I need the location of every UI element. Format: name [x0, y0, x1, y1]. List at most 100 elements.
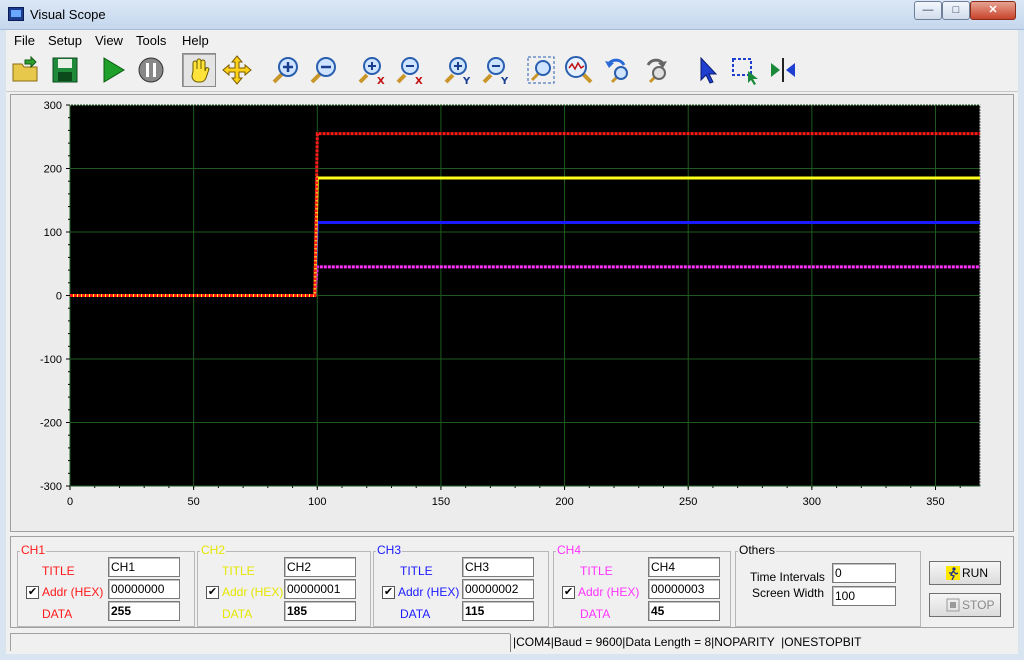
svg-text:X: X	[415, 76, 423, 85]
ch4-group: CH4 TITLE CH4 ✔ Addr (HEX) 00000003 DATA…	[553, 543, 731, 627]
menu-file[interactable]: File	[14, 33, 35, 48]
ch4-data-field: 45	[648, 601, 720, 621]
ch2-checkbox[interactable]: ✔	[206, 586, 219, 599]
ch4-addr-label: Addr (HEX)	[578, 585, 640, 599]
menu-tools[interactable]: Tools	[136, 33, 166, 48]
y-tick-label: -300	[40, 481, 62, 493]
save-icon[interactable]	[48, 53, 82, 87]
ch1-data-label: DATA	[42, 607, 73, 621]
ch3-title-label: TITLE	[400, 564, 433, 578]
time-intervals-field[interactable]: 0	[832, 563, 896, 583]
x-tick-label: 350	[926, 496, 944, 508]
others-group-title: Others	[738, 543, 777, 557]
svg-text:Y: Y	[462, 76, 471, 85]
y-tick-label: 0	[56, 291, 62, 303]
ch3-title-field[interactable]: CH3	[462, 557, 534, 577]
time-intervals-label: Time Intervals	[750, 570, 825, 584]
select-region-icon[interactable]	[728, 53, 762, 87]
menu-setup[interactable]: Setup	[48, 33, 82, 48]
ch3-group-title: CH3	[376, 543, 403, 557]
zoom-in-y-icon[interactable]: Y	[440, 53, 474, 87]
maximize-button[interactable]: □	[942, 1, 970, 20]
ch1-group-title: CH1	[20, 543, 47, 557]
zoom-in-x-icon[interactable]: X	[354, 53, 388, 87]
zoom-out-x-icon[interactable]: X	[392, 53, 426, 87]
zoom-out-y-icon[interactable]: Y	[478, 53, 512, 87]
ch2-group: CH2 TITLE CH2 ✔ Addr (HEX) 00000001 DATA…	[197, 543, 371, 627]
run-icon[interactable]	[96, 53, 130, 87]
ch3-checkbox[interactable]: ✔	[382, 586, 395, 599]
menu-bar: File Setup View Tools Help	[6, 30, 1018, 50]
ch1-title-label: TITLE	[42, 564, 75, 578]
run-button-label: RUN	[962, 566, 988, 580]
stop-button-label: STOP	[962, 598, 995, 612]
svg-text:X: X	[377, 76, 385, 85]
ch4-data-label: DATA	[580, 607, 611, 621]
pause-icon[interactable]	[134, 53, 168, 87]
ch1-addr-field[interactable]: 00000000	[108, 579, 180, 599]
channel-panel: CH1 TITLE CH1 ✔ Addr (HEX) 00000000 DATA…	[10, 536, 1014, 628]
scope-chart[interactable]: 0 50 100 150 200 250 300 350 300 200 100 0 -100 -200 -…	[11, 95, 1013, 531]
cursor-split-icon[interactable]	[766, 53, 800, 87]
toolbar: X X Y Y	[6, 50, 1018, 92]
move-arrows-icon[interactable]	[220, 53, 254, 87]
stop-button[interactable]: STOP	[929, 593, 1001, 617]
status-bar: |COM4|Baud = 9600|Data Length = 8|NOPARI…	[6, 632, 1018, 654]
ch2-addr-label: Addr (HEX)	[222, 585, 284, 599]
status-pane-empty	[10, 633, 510, 651]
zoom-fit-icon[interactable]	[524, 53, 558, 87]
y-tick-label: -100	[40, 354, 62, 366]
ch2-title-label: TITLE	[222, 564, 255, 578]
zoom-undo-icon[interactable]	[600, 53, 634, 87]
x-tick-label: 200	[555, 496, 573, 508]
y-tick-label: 300	[44, 100, 62, 112]
x-tick-label: 150	[432, 496, 450, 508]
x-tick-label: 0	[67, 496, 73, 508]
ch3-addr-label: Addr (HEX)	[398, 585, 460, 599]
ch2-addr-field[interactable]: 00000001	[284, 579, 356, 599]
stop-square-icon	[946, 598, 960, 612]
zoom-out-icon[interactable]	[306, 53, 340, 87]
x-tick-label: 100	[308, 496, 326, 508]
ch3-data-field: 115	[462, 601, 534, 621]
title-bar[interactable]: Visual Scope — □ ✕	[0, 0, 1024, 30]
menu-view[interactable]: View	[95, 33, 123, 48]
scope-plot-frame: 0 50 100 150 200 250 300 350 300 200 100 0 -100 -200 -…	[10, 94, 1014, 532]
run-button[interactable]: RUN	[929, 561, 1001, 585]
pointer-icon[interactable]	[690, 53, 724, 87]
status-text: |COM4|Baud = 9600|Data Length = 8|NOPARI…	[510, 634, 861, 652]
ch2-data-field: 185	[284, 601, 356, 621]
ch1-checkbox[interactable]: ✔	[26, 586, 39, 599]
ch3-data-label: DATA	[400, 607, 431, 621]
zoom-auto-icon[interactable]	[562, 53, 596, 87]
screen-width-label: Screen Width	[752, 586, 825, 600]
screen-width-field[interactable]: 100	[832, 586, 896, 606]
ch4-title-field[interactable]: CH4	[648, 557, 720, 577]
zoom-redo-icon[interactable]	[638, 53, 672, 87]
close-button[interactable]: ✕	[970, 1, 1016, 20]
ch2-title-field[interactable]: CH2	[284, 557, 356, 577]
ch3-addr-field[interactable]: 00000002	[462, 579, 534, 599]
ch4-title-label: TITLE	[580, 564, 613, 578]
ch1-data-field: 255	[108, 601, 180, 621]
ch2-data-label: DATA	[222, 607, 253, 621]
open-folder-icon[interactable]	[8, 53, 42, 87]
ch3-group: CH3 TITLE CH3 ✔ Addr (HEX) 00000002 DATA…	[373, 543, 549, 627]
svg-text:Y: Y	[500, 76, 509, 85]
x-tick-label: 300	[803, 496, 821, 508]
zoom-in-icon[interactable]	[268, 53, 302, 87]
ch1-group: CH1 TITLE CH1 ✔ Addr (HEX) 00000000 DATA…	[17, 543, 195, 627]
x-tick-label: 50	[188, 496, 200, 508]
menu-help[interactable]: Help	[182, 33, 209, 48]
minimize-button[interactable]: —	[914, 1, 942, 20]
app-window: Visual Scope — □ ✕ File Setup View Tools…	[0, 0, 1024, 660]
ch2-group-title: CH2	[200, 543, 227, 557]
y-tick-label: 200	[44, 164, 62, 176]
ch1-title-field[interactable]: CH1	[108, 557, 180, 577]
ch4-addr-field[interactable]: 00000003	[648, 579, 720, 599]
ch4-checkbox[interactable]: ✔	[562, 586, 575, 599]
hand-pan-icon[interactable]	[182, 53, 216, 87]
window-title: Visual Scope	[30, 7, 106, 22]
y-tick-label: -200	[40, 418, 62, 430]
ch4-group-title: CH4	[556, 543, 583, 557]
